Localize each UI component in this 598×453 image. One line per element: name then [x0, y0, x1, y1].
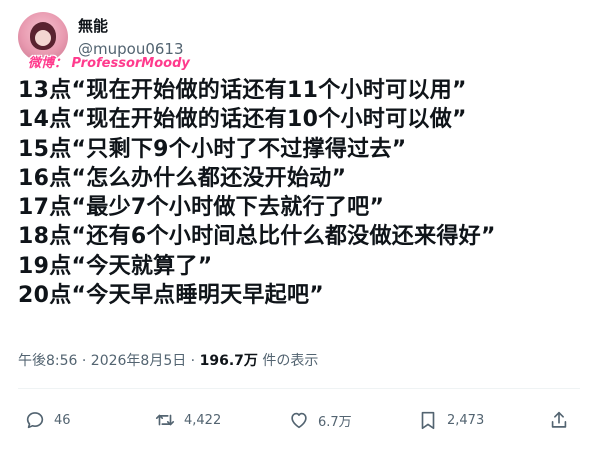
tweet-line: 17点“最少7个小时做下去就行了吧”: [18, 195, 385, 221]
weibo-watermark: 微博： ProfessorMoody: [28, 56, 190, 71]
share-icon: [551, 411, 567, 428]
action-bar: 46 4,422 6.7万 2,473: [18, 404, 580, 436]
retweet-count: 4,422: [184, 412, 222, 428]
tweet-line: 18点“还有6个小时间总比什么都没做还来得好”: [18, 224, 496, 250]
reply-icon: [26, 412, 44, 429]
view-count[interactable]: 196.7万: [200, 353, 258, 369]
like-button[interactable]: 6.7万: [288, 404, 352, 436]
divider: [18, 388, 580, 389]
retweet-icon: [155, 414, 175, 426]
tweet-card: 無能 @mupou0613 微博： ProfessorMoody 13点“现在开…: [0, 0, 598, 453]
tweet-line: 14点“现在开始做的话还有10个小时可以做”: [18, 107, 467, 133]
bookmark-button[interactable]: 2,473: [417, 404, 484, 436]
bookmark-count: 2,473: [447, 412, 485, 428]
tweet-meta: 午後8:56 · 2026年8月5日 · 196.7万 件の表示: [18, 350, 318, 370]
share-button[interactable]: [548, 404, 578, 436]
reply-button[interactable]: 46: [24, 404, 71, 436]
view-count-label: 件の表示: [257, 353, 319, 369]
tweet-text: 13点“现在开始做的话还有11个小时可以用” 14点“现在开始做的话还有10个小…: [18, 76, 588, 310]
retweet-button[interactable]: 4,422: [154, 404, 221, 436]
bookmark-icon: [421, 411, 435, 430]
tweet-line: 15点“只剩下9个小时了不过撑得过去”: [18, 136, 407, 162]
tweet-line: 20点“今天早点睡明天早起吧”: [18, 283, 325, 309]
tweet-timestamp[interactable]: 午後8:56 · 2026年8月5日 ·: [18, 353, 200, 369]
like-count: 6.7万: [318, 414, 352, 430]
avatar-face-shape: [35, 30, 51, 46]
reply-count: 46: [54, 412, 71, 428]
like-icon: [291, 412, 307, 429]
tweet-line: 19点“今天就算了”: [18, 253, 213, 279]
author-display-name[interactable]: 無能: [78, 15, 108, 36]
tweet-line: 13点“现在开始做的话还有11个小时可以用”: [18, 78, 467, 103]
tweet-line: 16点“怎么办什么都还没开始动”: [18, 165, 347, 191]
